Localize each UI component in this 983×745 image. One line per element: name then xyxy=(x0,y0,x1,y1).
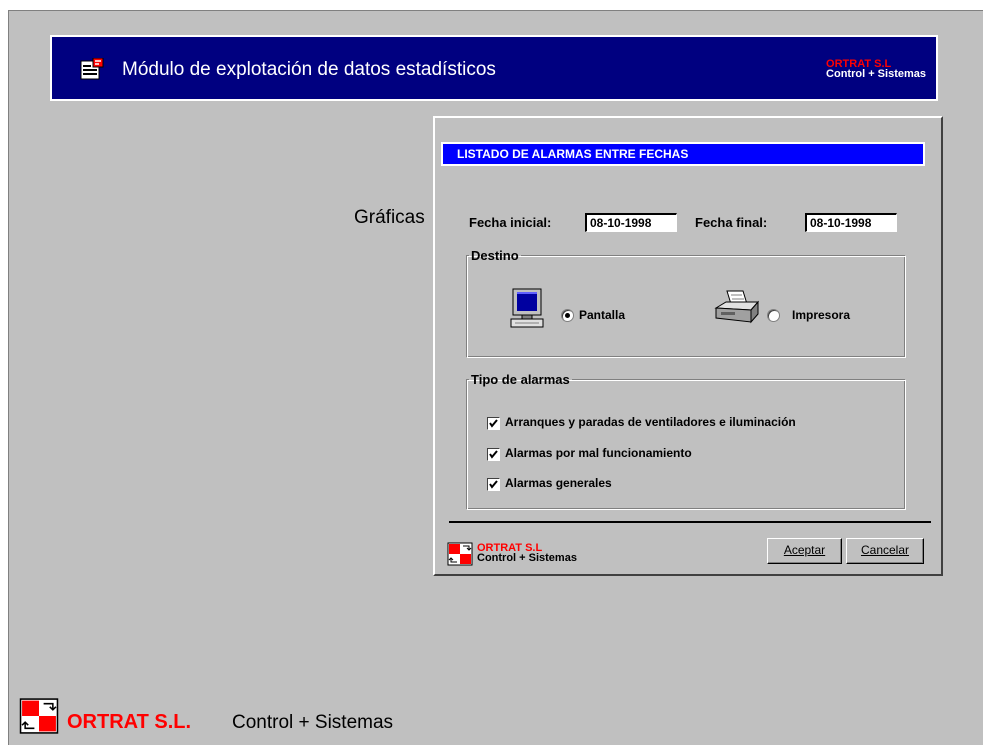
arranques-checkbox[interactable] xyxy=(487,417,500,430)
fecha-final-label: Fecha final: xyxy=(695,215,768,230)
impresora-label: Impresora xyxy=(792,308,851,322)
tipo-alarmas-legend: Tipo de alarmas xyxy=(471,372,570,387)
mal-funcionamiento-label: Alarmas por mal funcionamiento xyxy=(505,446,692,460)
fecha-inicial-label: Fecha inicial: xyxy=(469,215,552,230)
check-icon xyxy=(489,480,498,489)
fecha-inicial-input[interactable]: 08-10-1998 xyxy=(585,213,677,232)
brand-tagline: Control + Sistemas xyxy=(477,552,577,564)
cancelar-button[interactable]: Cancelar xyxy=(846,538,924,564)
alarmas-generales-label: Alarmas generales xyxy=(505,476,612,490)
impresora-radio[interactable] xyxy=(767,309,780,322)
pantalla-label: Pantalla xyxy=(579,308,626,322)
mal-funcionamiento-checkbox[interactable] xyxy=(487,448,500,461)
printer-icon xyxy=(713,290,761,331)
brand-logo-header: ORTRAT S.L Control + Sistemas xyxy=(826,59,926,80)
check-icon xyxy=(489,450,498,459)
dialog-title: LISTADO DE ALARMAS ENTRE FECHAS xyxy=(441,142,925,166)
dialog-separator xyxy=(449,521,931,523)
ortrat-logo-icon xyxy=(19,697,59,740)
brand-tagline: Control + Sistemas xyxy=(826,68,926,80)
arranques-label: Arranques y paradas de ventiladores e il… xyxy=(505,415,796,429)
alarm-list-dialog: LISTADO DE ALARMAS ENTRE FECHAS Fecha in… xyxy=(433,116,943,576)
desktop-area: Módulo de explotación de datos estadísti… xyxy=(8,10,983,745)
brand-logo-dialog: ORTRAT S.L Control + Sistemas xyxy=(477,543,577,564)
menu-item-graficas[interactable]: Gráficas xyxy=(354,207,425,229)
monitor-icon xyxy=(510,288,548,335)
footer-company: ORTRAT S.L. xyxy=(67,711,192,733)
ortrat-logo-icon xyxy=(447,542,473,571)
pantalla-radio[interactable] xyxy=(561,309,574,322)
app-title-bar: Módulo de explotación de datos estadísti… xyxy=(50,35,938,101)
destino-legend: Destino xyxy=(471,248,519,263)
footer-tagline: Control + Sistemas xyxy=(232,712,394,733)
check-icon xyxy=(489,419,498,428)
aceptar-button[interactable]: Aceptar xyxy=(767,538,842,564)
alarmas-generales-checkbox[interactable] xyxy=(487,478,500,491)
app-title: Módulo de explotación de datos estadísti… xyxy=(122,59,496,80)
document-icon xyxy=(80,57,104,85)
fecha-final-input[interactable]: 08-10-1998 xyxy=(805,213,897,232)
